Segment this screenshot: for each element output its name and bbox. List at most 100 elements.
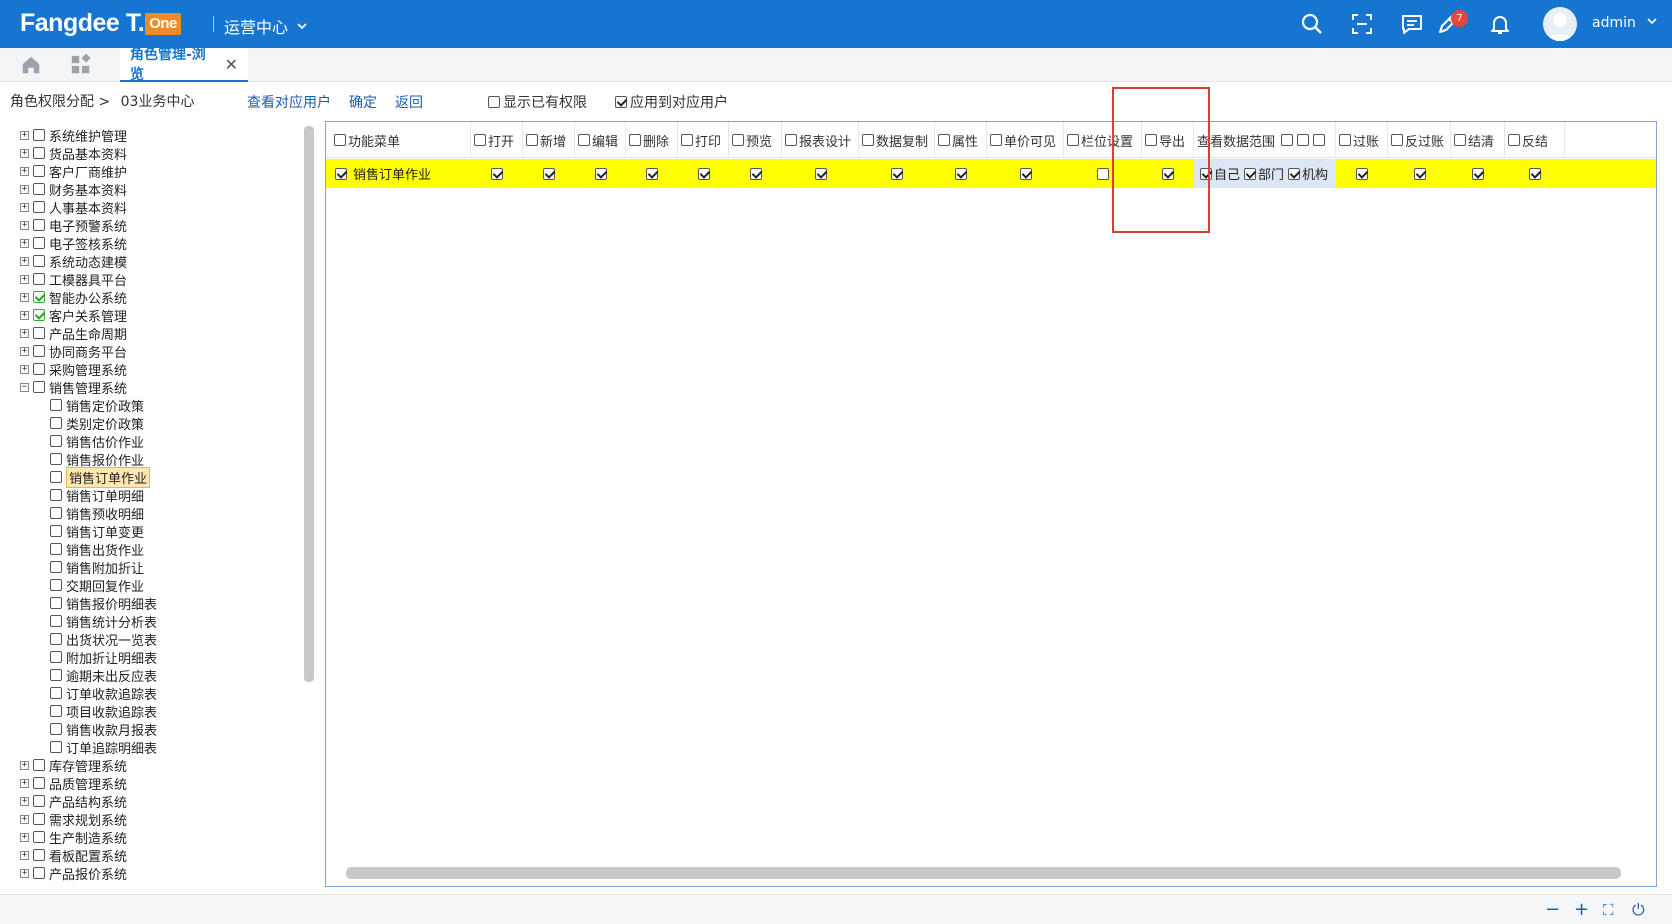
tree-checkbox[interactable]	[33, 165, 45, 177]
minus-icon[interactable]: −	[1545, 899, 1560, 920]
tree-item[interactable]: + 产品结构系统	[20, 792, 127, 811]
tree-item[interactable]: + 人事基本资料	[20, 198, 127, 217]
plus-icon[interactable]: +	[1574, 899, 1589, 920]
power-icon[interactable]: ⏻	[1632, 900, 1645, 920]
tree-item[interactable]: + 需求规划系统	[20, 810, 127, 829]
expand-icon[interactable]: +	[20, 148, 29, 158]
column-header[interactable]: 结清	[1451, 122, 1505, 158]
home-icon[interactable]	[20, 54, 42, 80]
permission-cell[interactable]	[987, 159, 1064, 188]
tree-checkbox[interactable]	[50, 561, 62, 573]
permission-checkbox[interactable]	[1413, 167, 1426, 180]
permission-cell[interactable]: 自己 部门 机构	[1194, 159, 1336, 188]
tree-checkbox[interactable]	[50, 507, 62, 519]
tree-item[interactable]: + 货品基本资料	[20, 144, 127, 163]
column-header[interactable]: 反过账	[1388, 122, 1451, 158]
tree-item[interactable]: 逾期未出反应表	[50, 666, 157, 685]
show-existing-checkbox[interactable]: 显示已有权限	[488, 92, 587, 112]
tree-checkbox[interactable]	[33, 813, 45, 825]
expand-icon[interactable]: +	[20, 850, 29, 860]
message-icon[interactable]	[1398, 10, 1426, 38]
expand-icon[interactable]: +	[20, 778, 29, 788]
tree-item[interactable]: 销售附加折让	[50, 558, 144, 577]
permission-checkbox[interactable]	[1472, 167, 1484, 180]
row-checkbox[interactable]	[335, 167, 347, 180]
column-header[interactable]: 打印	[678, 122, 729, 158]
tree-item[interactable]: + 库存管理系统	[20, 756, 127, 775]
column-header[interactable]: 删除	[626, 122, 678, 158]
tree-checkbox[interactable]	[33, 795, 45, 807]
header-checkbox[interactable]	[334, 134, 346, 146]
tree-item[interactable]: 销售订单作业	[50, 466, 151, 488]
tree-checkbox[interactable]	[50, 669, 62, 681]
expand-icon[interactable]: +	[20, 166, 29, 176]
permission-checkbox[interactable]	[646, 167, 658, 180]
header-checkbox[interactable]	[681, 134, 693, 146]
column-header[interactable]: 属性	[935, 122, 987, 158]
apply-users-checkbox[interactable]: 应用到对应用户	[615, 92, 728, 112]
header-checkbox[interactable]	[732, 134, 744, 146]
permission-checkbox[interactable]	[697, 167, 710, 180]
header-checkbox[interactable]	[629, 134, 641, 146]
tree-checkbox[interactable]	[50, 633, 62, 645]
permission-cell[interactable]	[1505, 159, 1565, 188]
collapse-icon[interactable]: −	[20, 382, 29, 392]
confirm-link[interactable]: 确定	[349, 92, 377, 112]
checkbox[interactable]	[615, 96, 627, 108]
permission-checkbox[interactable]	[543, 167, 555, 180]
tree-item[interactable]: + 客户厂商维护	[20, 162, 127, 181]
tree-item[interactable]: 交期回复作业	[50, 576, 144, 595]
header-checkbox[interactable]	[1508, 134, 1520, 146]
expand-icon[interactable]: +	[20, 130, 29, 140]
tree-item[interactable]: + 生产制造系统	[20, 828, 127, 847]
expand-icon[interactable]: +	[20, 274, 29, 284]
app-logo[interactable]: Fangdee T. One	[20, 9, 181, 38]
tree-checkbox[interactable]	[50, 489, 62, 501]
tree-checkbox[interactable]	[50, 579, 62, 591]
back-link[interactable]: 返回	[395, 92, 423, 112]
tree-scrollbar[interactable]	[304, 126, 314, 682]
tree-checkbox[interactable]	[33, 327, 45, 339]
header-checkbox[interactable]	[526, 134, 538, 146]
permission-cell[interactable]	[782, 159, 859, 188]
tree-item[interactable]: 订单追踪明细表	[50, 738, 157, 757]
tree-item[interactable]: + 系统动态建模	[20, 252, 127, 271]
tree-checkbox[interactable]	[50, 543, 62, 555]
column-header[interactable]: 过账	[1336, 122, 1388, 158]
tree-checkbox[interactable]	[50, 453, 62, 465]
user-menu[interactable]: admin	[1592, 15, 1658, 31]
column-header[interactable]: 功能菜单	[331, 122, 471, 158]
expand-icon[interactable]: +	[20, 796, 29, 806]
tree-item[interactable]: 销售收款月报表	[50, 720, 157, 739]
scan-icon[interactable]	[1348, 10, 1376, 38]
search-icon[interactable]	[1298, 10, 1326, 38]
tree-checkbox[interactable]	[33, 381, 45, 393]
tree-item[interactable]: + 协同商务平台	[20, 342, 127, 361]
permission-checkbox[interactable]	[1356, 167, 1368, 180]
permission-checkbox[interactable]	[491, 167, 503, 180]
tree-checkbox[interactable]	[33, 219, 45, 231]
scope-checkbox[interactable]	[1243, 167, 1256, 180]
expand-icon[interactable]: +	[20, 256, 29, 266]
permission-checkbox[interactable]	[594, 167, 607, 180]
expand-icon[interactable]: +	[20, 814, 29, 824]
tree-item[interactable]: + 工模器具平台	[20, 270, 127, 289]
bell-icon[interactable]	[1486, 10, 1514, 38]
tree-item[interactable]: + 客户关系管理	[20, 306, 127, 325]
permission-cell[interactable]	[729, 159, 782, 188]
checkbox[interactable]	[488, 96, 500, 108]
permission-cell[interactable]	[1451, 159, 1505, 188]
expand-icon[interactable]: +	[20, 202, 29, 212]
header-checkbox[interactable]	[474, 134, 486, 146]
tree-item[interactable]: + 智能办公系统	[20, 288, 127, 307]
tree-item[interactable]: 销售订单明细	[50, 486, 144, 505]
tree-checkbox[interactable]	[33, 183, 45, 195]
header-checkbox[interactable]	[785, 134, 797, 146]
header-checkbox[interactable]	[1339, 134, 1351, 146]
permission-cell[interactable]	[1388, 159, 1451, 188]
tree-item[interactable]: 出货状况一览表	[50, 630, 157, 649]
apps-icon[interactable]	[70, 53, 92, 80]
permission-cell[interactable]	[575, 159, 626, 188]
tree-item[interactable]: + 产品生命周期	[20, 324, 127, 343]
column-header[interactable]: 编辑	[575, 122, 626, 158]
